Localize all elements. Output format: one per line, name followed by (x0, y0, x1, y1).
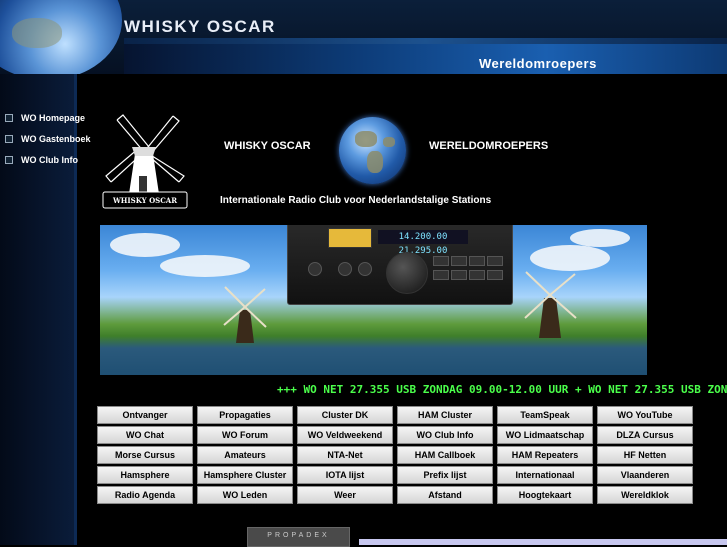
link-button[interactable]: WO Club Info (397, 426, 493, 444)
link-button[interactable]: Hamsphere (97, 466, 193, 484)
nav-item-gastenboek[interactable]: WO Gastenboek (5, 128, 91, 149)
site-header: WHISKY OSCAR Wereldomroepers (0, 0, 727, 74)
link-button[interactable]: TeamSpeak (497, 406, 593, 424)
windmill-icon (223, 286, 267, 343)
link-button[interactable]: Cluster DK (297, 406, 393, 424)
bullet-icon (5, 113, 13, 122)
sidebar-nav: WO Homepage WO Gastenboek WO Club Info (5, 107, 91, 170)
link-button[interactable]: WO Veldweekend (297, 426, 393, 444)
nav-label[interactable]: WO Homepage (21, 113, 85, 123)
link-button[interactable]: IOTA lijst (297, 466, 393, 484)
logo-text: WHISKY OSCAR (112, 196, 177, 205)
link-button[interactable]: HAM Callboek (397, 446, 493, 464)
link-button[interactable]: DLZA Cursus (597, 426, 693, 444)
windmill-icon (524, 271, 577, 338)
nav-label[interactable]: WO Club Info (21, 155, 78, 165)
link-button[interactable]: WO Forum (197, 426, 293, 444)
propadex-label: PROPADEX (267, 532, 330, 539)
globe-icon (339, 117, 406, 184)
link-button[interactable]: Internationaal (497, 466, 593, 484)
link-button[interactable]: NTA-Net (297, 446, 393, 464)
link-button[interactable]: Hamsphere Cluster (197, 466, 293, 484)
nav-label[interactable]: WO Gastenboek (21, 134, 91, 144)
nav-item-homepage[interactable]: WO Homepage (5, 107, 91, 128)
link-button[interactable]: WO Chat (97, 426, 193, 444)
radio-display: 14.200.00 21.295.00 (378, 230, 468, 256)
hero-banner: 14.200.00 21.295.00 (100, 225, 647, 375)
link-button[interactable]: Prefix lijst (397, 466, 493, 484)
link-button[interactable]: WO Leden (197, 486, 293, 504)
header-subtitle: Wereldomroepers (479, 56, 597, 71)
link-button[interactable]: Hoogtekaart (497, 486, 593, 504)
link-button[interactable]: HAM Repeaters (497, 446, 593, 464)
link-button[interactable]: HF Netten (597, 446, 693, 464)
link-button[interactable]: Radio Agenda (97, 486, 193, 504)
bullet-icon (5, 134, 13, 143)
link-button[interactable]: Ontvanger (97, 406, 193, 424)
hf-conditions-strip (359, 539, 727, 545)
link-button[interactable]: HAM Cluster (397, 406, 493, 424)
link-button[interactable]: Amateurs (197, 446, 293, 464)
link-button[interactable]: WO Lidmaatschap (497, 426, 593, 444)
radio-transceiver-image: 14.200.00 21.295.00 (287, 225, 513, 305)
site-name: WHISKY OSCAR (224, 140, 311, 152)
header-band (124, 38, 727, 74)
bullet-icon (5, 155, 13, 164)
propadex-widget[interactable]: PROPADEX (247, 527, 350, 547)
link-button[interactable]: WO YouTube (597, 406, 693, 424)
link-button-grid: Ontvanger Propagaties Cluster DK HAM Clu… (97, 406, 693, 504)
link-button[interactable]: Wereldklok (597, 486, 693, 504)
link-button[interactable]: Propagaties (197, 406, 293, 424)
nav-item-club-info[interactable]: WO Club Info (5, 149, 91, 170)
site-description: Internationale Radio Club voor Nederland… (220, 195, 492, 206)
header-title: WHISKY OSCAR (124, 17, 276, 36)
site-tagline: WERELDOMROEPERS (429, 140, 549, 152)
windmill-logo: WHISKY OSCAR (102, 114, 188, 209)
link-button[interactable]: Afstand (397, 486, 493, 504)
link-button[interactable]: Weer (297, 486, 393, 504)
globe-icon (0, 0, 122, 74)
news-ticker: +++ WO NET 27.355 USB ZONDAG 09.00-12.00… (277, 383, 727, 396)
link-button[interactable]: Vlaanderen (597, 466, 693, 484)
link-button[interactable]: Morse Cursus (97, 446, 193, 464)
